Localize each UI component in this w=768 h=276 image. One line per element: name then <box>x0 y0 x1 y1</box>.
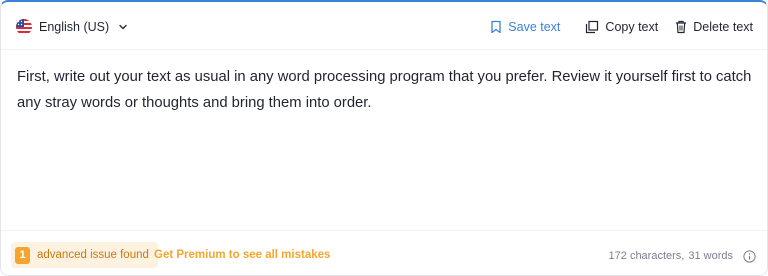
issue-label: advanced issue found <box>37 249 149 261</box>
delete-text-button[interactable]: Delete text <box>675 20 753 34</box>
editor-text-area[interactable]: First, write out your text as usual in a… <box>17 64 753 116</box>
save-text-label: Save text <box>508 20 561 34</box>
copy-text-button[interactable]: Copy text <box>585 20 658 34</box>
issue-count: 1 <box>15 246 30 264</box>
info-icon[interactable] <box>743 249 756 263</box>
editor-footer: 1 advanced issue found Get Premium to se… <box>1 230 767 275</box>
editor-actions: Save text Copy text Delete text <box>490 18 753 36</box>
bookmark-icon <box>491 20 501 34</box>
issue-badge[interactable]: 1 advanced issue found <box>11 242 158 268</box>
text-editor-panel: English (US) Save text Copy text Delete … <box>0 0 768 276</box>
get-premium-link[interactable]: Get Premium to see all mistakes <box>154 249 330 261</box>
chevron-down-icon <box>119 24 127 30</box>
copy-icon <box>586 20 599 34</box>
trash-icon <box>676 20 687 34</box>
language-label: English (US) <box>39 20 110 34</box>
copy-text-label: Copy text <box>605 20 659 34</box>
editor-header: English (US) Save text Copy text Delete … <box>1 2 767 50</box>
us-flag-icon <box>16 19 32 35</box>
character-count: 172 characters, <box>608 250 685 262</box>
language-selector[interactable]: English (US) <box>16 18 128 36</box>
delete-text-label: Delete text <box>693 20 753 34</box>
word-count: 31 words <box>688 250 733 262</box>
save-text-button[interactable]: Save text <box>490 20 560 34</box>
text-stats: 172 characters, 31 words <box>609 248 756 264</box>
